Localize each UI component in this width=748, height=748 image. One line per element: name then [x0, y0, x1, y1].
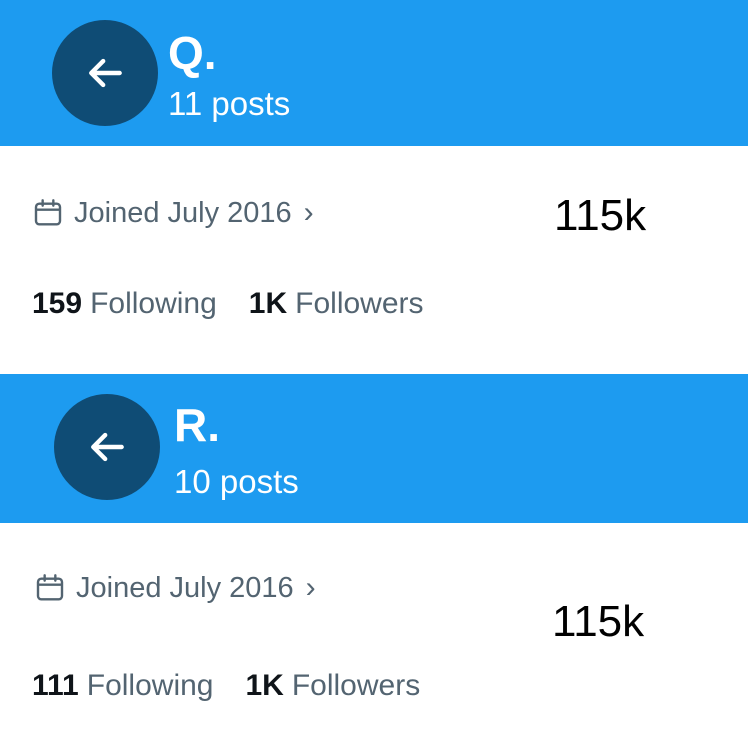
overlay-count: 115k: [552, 597, 645, 646]
joined-label: Joined July 2016: [74, 196, 292, 229]
post-count: 11 posts: [168, 85, 291, 122]
followers-count: 1K: [245, 669, 284, 702]
profile-header: R. 10 posts: [0, 374, 748, 523]
chevron-right-icon: ›: [305, 571, 316, 604]
followers-link[interactable]: 1K Followers: [245, 671, 420, 701]
post-count: 10 posts: [174, 463, 299, 500]
following-label: Following: [86, 669, 214, 702]
joined-date[interactable]: Joined July 2016 ›: [34, 572, 316, 604]
profile-panel-q: Q. 11 posts Joined July 2016 › 115k 159 …: [0, 0, 748, 374]
following-link[interactable]: 159 Following: [32, 289, 217, 319]
followers-label: Followers: [295, 287, 424, 320]
profile-name: R.: [174, 399, 220, 451]
profile-header: Q. 11 posts: [0, 0, 748, 146]
followers-count: 1K: [248, 287, 288, 320]
following-count: 159: [32, 287, 83, 320]
followers-link[interactable]: 1K Followers: [249, 289, 424, 319]
arrow-left-icon: [89, 58, 122, 88]
follow-stats: 111 Following 1K Followers: [32, 671, 420, 701]
back-button[interactable]: [52, 20, 158, 126]
profile-panel-r: R. 10 posts Joined July 2016 › 115k 111 …: [0, 374, 748, 748]
joined-date[interactable]: Joined July 2016 ›: [32, 197, 314, 229]
following-count: 111: [32, 669, 79, 702]
calendar-icon: [36, 574, 64, 601]
arrow-left-icon: [91, 432, 124, 462]
follow-stats: 159 Following 1K Followers: [32, 289, 424, 319]
calendar-icon: [34, 199, 62, 226]
chevron-right-icon: ›: [303, 196, 314, 229]
profile-name: Q.: [168, 27, 217, 79]
followers-label: Followers: [291, 669, 421, 702]
following-link[interactable]: 111 Following: [32, 671, 213, 701]
following-label: Following: [90, 287, 217, 320]
overlay-count: 115k: [554, 191, 647, 240]
joined-label: Joined July 2016: [76, 571, 294, 604]
back-button[interactable]: [54, 394, 160, 500]
